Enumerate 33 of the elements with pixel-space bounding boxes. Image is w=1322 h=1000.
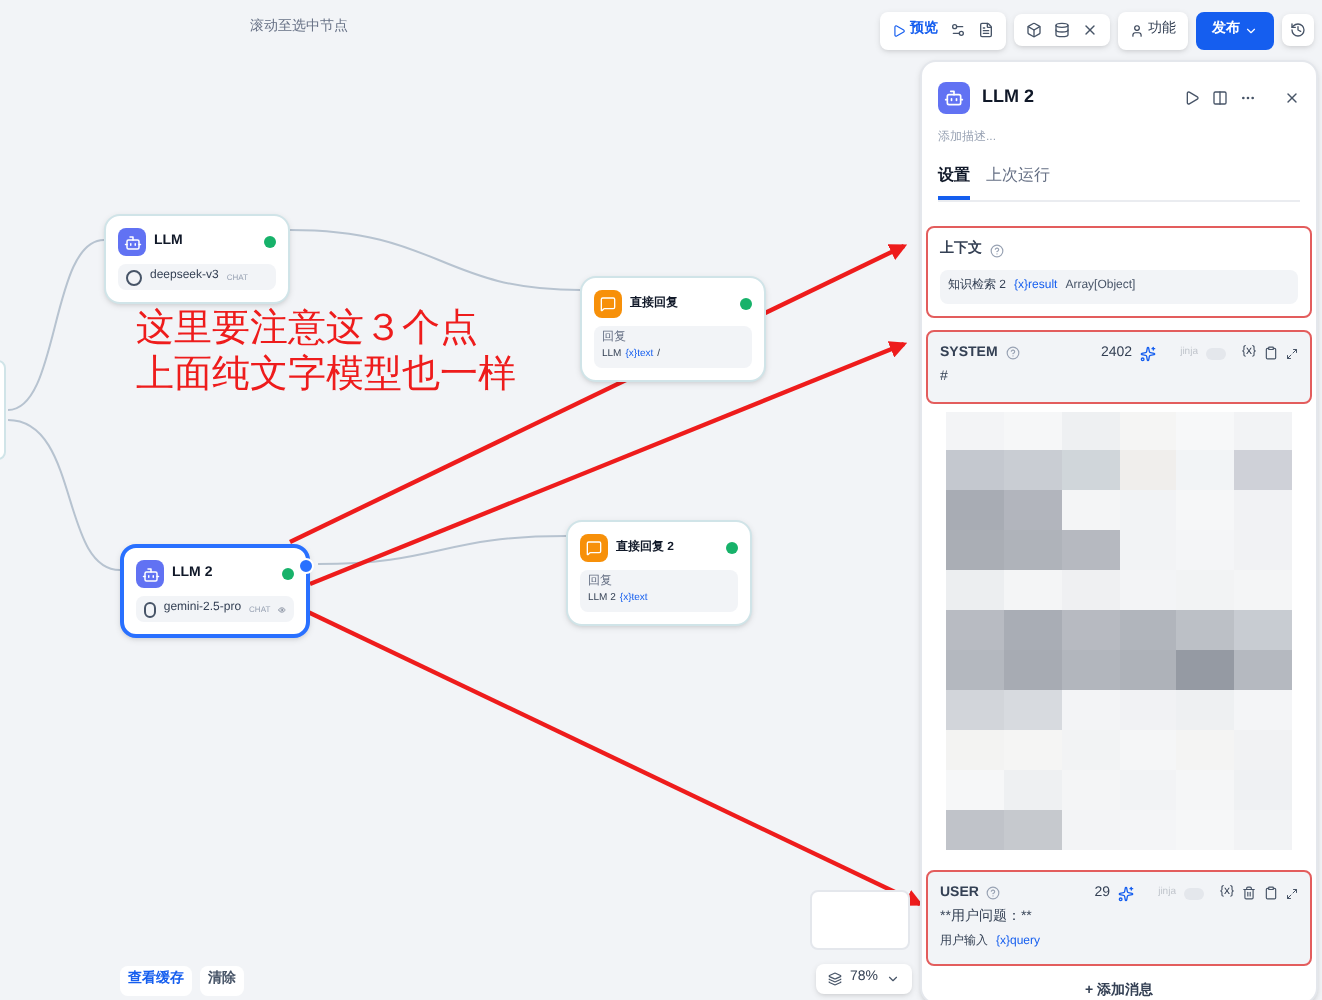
caret-icon	[1244, 23, 1258, 38]
connect-handle[interactable]	[298, 558, 314, 574]
panel-tab[interactable]: 设置	[938, 164, 970, 200]
help-icon	[986, 886, 1001, 901]
layout-icon[interactable]	[1212, 90, 1228, 106]
model-icon	[126, 269, 142, 285]
sparkle-icon[interactable]	[1118, 885, 1135, 902]
caret-icon	[886, 971, 901, 986]
bot-icon	[136, 560, 164, 588]
panel-tab[interactable]: 上次运行	[986, 164, 1050, 200]
sparkle-icon[interactable]	[1140, 345, 1157, 362]
zoom-icon	[828, 971, 842, 986]
bot-icon	[118, 228, 146, 256]
close-icon[interactable]	[1284, 90, 1300, 106]
copy-icon[interactable]	[1264, 886, 1278, 901]
features-icon	[1130, 23, 1144, 38]
copy-icon[interactable]	[1264, 346, 1278, 361]
reply-icon	[580, 534, 608, 562]
play-icon	[892, 23, 906, 38]
delete-icon[interactable]	[1242, 886, 1256, 901]
model-icon	[144, 601, 156, 617]
annotation-text: 这里要注意这３个点	[136, 306, 480, 352]
help-icon	[990, 243, 1004, 258]
history-icon	[1290, 22, 1306, 39]
help-icon	[1005, 346, 1020, 361]
eye-icon	[278, 603, 286, 615]
bot-icon	[938, 82, 970, 114]
reply-icon	[594, 290, 622, 318]
panel-title: LLM 2	[982, 84, 1034, 111]
minimap	[810, 890, 910, 950]
history-button[interactable]	[1282, 14, 1314, 47]
run-icon[interactable]	[1184, 90, 1200, 106]
annotation-text: 上面纯文字模型也一样	[136, 352, 516, 398]
